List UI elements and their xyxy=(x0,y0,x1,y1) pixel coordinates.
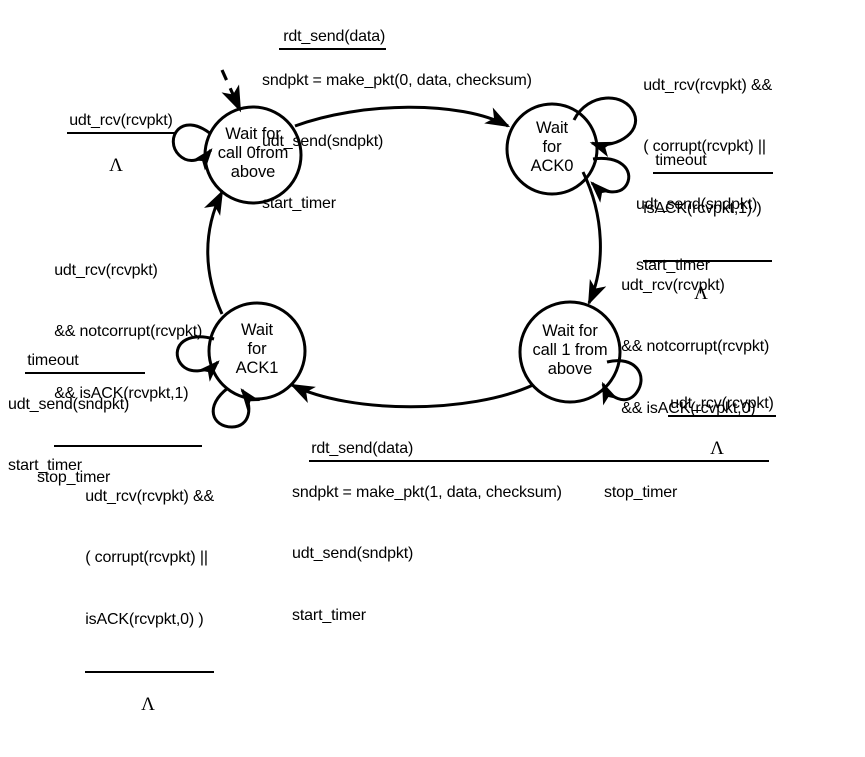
ack1-corrupt-action: Λ xyxy=(141,693,155,715)
annotation-rdt-send-0: rdt_send(data) sndpkt = make_pkt(0, data… xyxy=(262,6,532,255)
annotation-call1-udtrcv: udt_rcv(rcvpkt) Λ xyxy=(651,373,783,501)
rdt-send-0-action-1: sndpkt = make_pkt(0, data, checksum) xyxy=(262,71,532,89)
annotation-ack1-corrupt: udt_rcv(rcvpkt) && ( corrupt(rcvpkt) || … xyxy=(68,425,228,757)
state-label-wait-ack1: Wait for ACK1 xyxy=(235,321,279,377)
self-loop-ack0-timeout xyxy=(590,156,631,203)
rdt-send-1-action-2: udt_send(sndpkt) xyxy=(292,545,414,562)
rdt-send-1-action-1: sndpkt = make_pkt(1, data, checksum) xyxy=(292,483,562,501)
rdt-send-0-condition: rdt_send(data) xyxy=(279,27,387,50)
call0-udtrcv-condition: udt_rcv(rcvpkt) xyxy=(67,111,175,134)
ack1-corrupt-line-1: udt_rcv(rcvpkt) && xyxy=(85,487,215,505)
ack0-to-call1-line-1: udt_rcv(rcvpkt) xyxy=(621,276,725,294)
state-diagram: Wait for call 0from above Wait for ACK0 … xyxy=(0,0,865,715)
call1-udtrcv-action: Λ xyxy=(710,437,724,459)
state-circle-wait-ack1 xyxy=(207,301,307,401)
rdt-send-1-condition: rdt_send(data) xyxy=(309,439,628,462)
self-loop-ack1-corrupt xyxy=(211,386,261,429)
edge-call1-to-ack1 xyxy=(289,383,534,409)
ack0-timeout-condition: timeout xyxy=(653,151,774,174)
ack0-to-call1-line-2: && notcorrupt(rcvpkt) xyxy=(621,338,770,355)
edge-ack1-to-call0 xyxy=(204,189,224,315)
rdt-send-0-action-3: start_timer xyxy=(262,194,336,212)
call1-udtrcv-condition: udt_rcv(rcvpkt) xyxy=(668,394,776,417)
ack1-corrupt-line-2: ( corrupt(rcvpkt) || xyxy=(85,549,208,566)
edge-ack0-to-call1 xyxy=(581,171,607,306)
annotation-rdt-send-1: rdt_send(data) sndpkt = make_pkt(1, data… xyxy=(292,418,628,667)
ack1-to-call0-line-1: udt_rcv(rcvpkt) xyxy=(54,261,158,279)
ack1-timeout-condition: timeout xyxy=(25,351,146,374)
ack0-timeout-action-1: udt_send(sndpkt) xyxy=(636,195,758,213)
ack1-corrupt-condition: udt_rcv(rcvpkt) && ( corrupt(rcvpkt) || … xyxy=(85,446,215,673)
ack1-corrupt-line-3: isACK(rcvpkt,0) ) xyxy=(85,610,204,628)
rdt-send-1-action-3: start_timer xyxy=(292,606,366,624)
ack0-corrupt-line-1: udt_rcv(rcvpkt) && xyxy=(643,76,773,94)
start-arrow-dashed xyxy=(220,69,242,113)
call0-udtrcv-action: Λ xyxy=(109,154,123,176)
rdt-send-0-action-2: udt_send(sndpkt) xyxy=(262,133,384,150)
ack1-timeout-action-1: udt_send(sndpkt) xyxy=(8,395,130,413)
